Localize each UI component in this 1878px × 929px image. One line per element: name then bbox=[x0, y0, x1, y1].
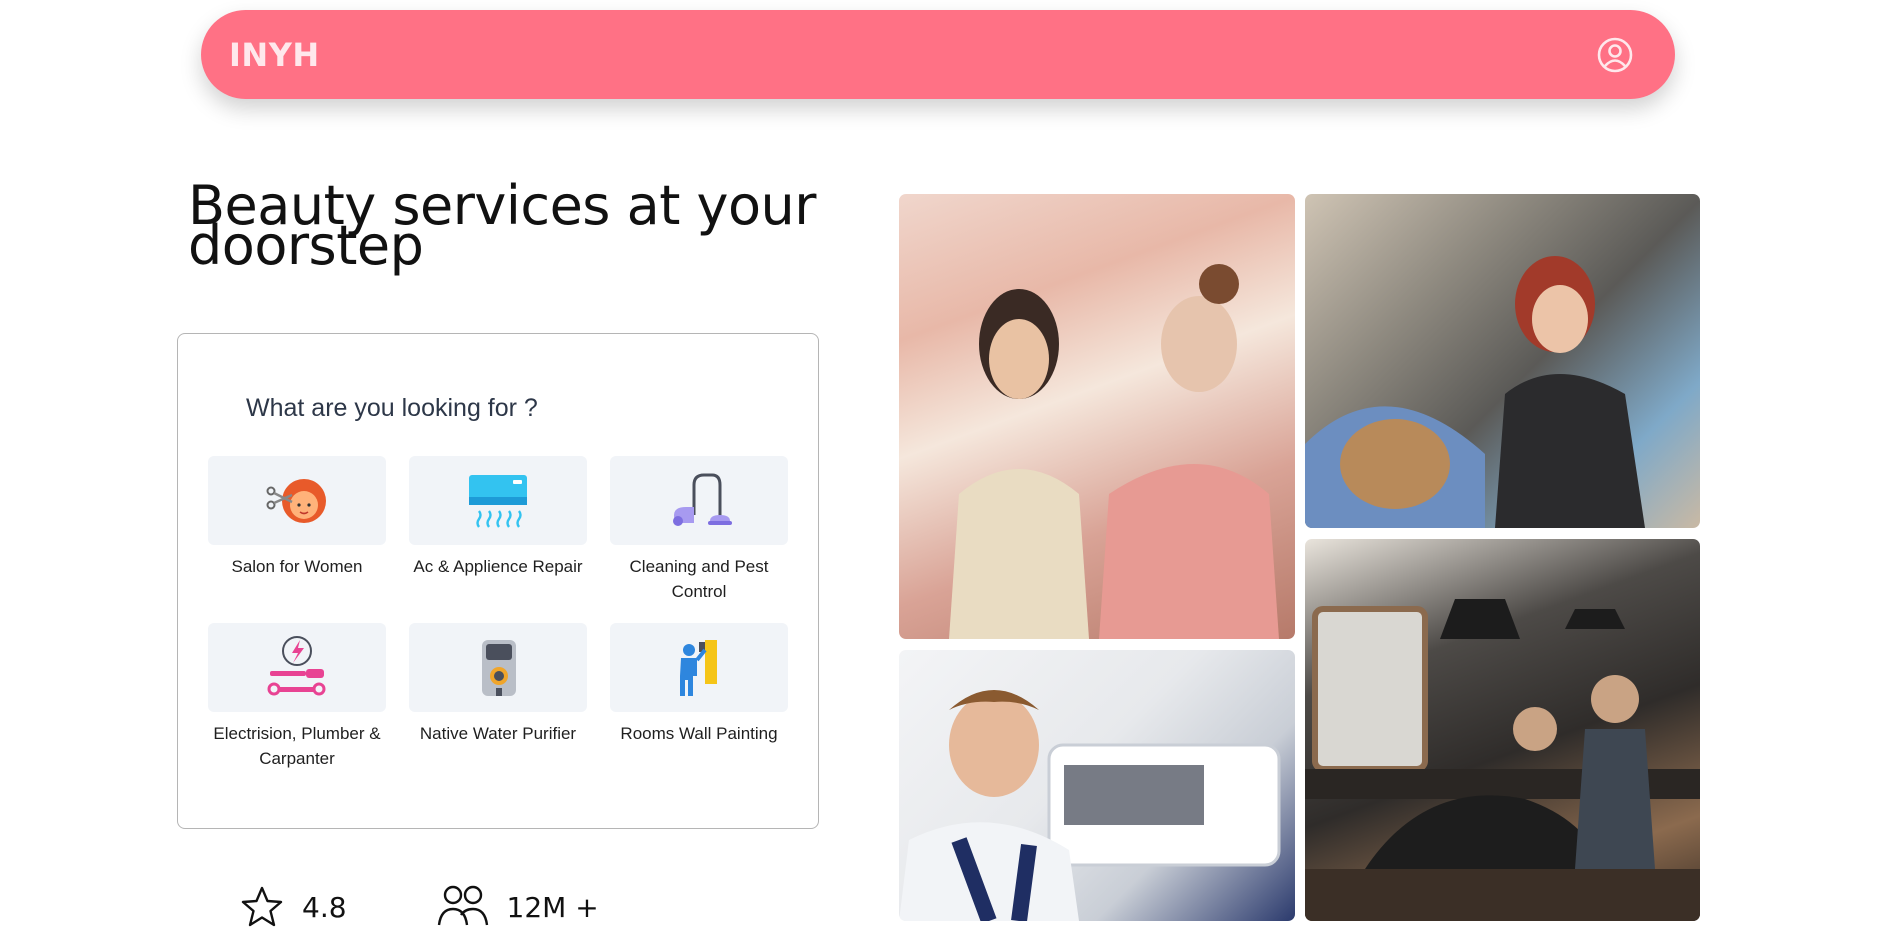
barbershop-photo bbox=[1305, 539, 1700, 921]
service-label: Ac & Applience Repair bbox=[413, 557, 583, 576]
water-purifier-icon bbox=[482, 639, 516, 696]
service-tile bbox=[409, 456, 587, 545]
photo-illustration bbox=[899, 690, 1281, 921]
vacuum-cleaner-icon bbox=[673, 473, 732, 526]
service-tile bbox=[409, 623, 587, 712]
service-electrician-plumber-carpenter[interactable]: Electrision, Plumber & Carpanter bbox=[208, 623, 386, 790]
painter-icon bbox=[680, 639, 717, 696]
service-label: Salon for Women bbox=[231, 557, 363, 576]
service-tile bbox=[208, 623, 386, 712]
tattoo-artist-photo bbox=[1305, 194, 1700, 528]
services-card-title: What are you looking for ? bbox=[246, 394, 538, 422]
service-label: Native Water Purifier bbox=[419, 724, 577, 743]
service-tile bbox=[610, 456, 788, 545]
hero-title: Beauty services at your doorstep bbox=[188, 174, 816, 277]
service-label: Electrision, Plumber & Carpanter bbox=[213, 724, 381, 768]
service-salon-for-women[interactable]: Salon for Women bbox=[208, 456, 386, 623]
user-circle-icon bbox=[1597, 37, 1633, 72]
service-wall-painting[interactable]: Rooms Wall Painting bbox=[610, 623, 788, 790]
brand-logo[interactable]: INYH bbox=[229, 36, 320, 74]
customers-stat: 12M + bbox=[437, 885, 599, 929]
service-label: Rooms Wall Painting bbox=[620, 724, 778, 743]
stats-row: 4.8 12M + bbox=[240, 885, 599, 929]
customers-value: 12M + bbox=[506, 890, 599, 924]
salon-woman-icon bbox=[266, 478, 326, 523]
service-tile bbox=[610, 623, 788, 712]
services-card: What are you looking for ? Salon for Wom… bbox=[177, 333, 819, 829]
users-icon bbox=[437, 885, 488, 926]
top-navbar: INYH bbox=[201, 10, 1675, 99]
tools-icon bbox=[267, 635, 326, 695]
photo-illustration bbox=[1305, 256, 1645, 528]
rating-stat: 4.8 bbox=[240, 885, 347, 929]
service-water-purifier[interactable]: Native Water Purifier bbox=[409, 623, 587, 790]
services-grid: Salon for Women Ac & Applience Repair Cl… bbox=[208, 456, 788, 790]
rating-value: 4.8 bbox=[302, 890, 347, 924]
photo-illustration bbox=[949, 264, 1279, 639]
makeup-artist-photo bbox=[899, 194, 1295, 639]
service-tile bbox=[208, 456, 386, 545]
service-cleaning-pest-control[interactable]: Cleaning and Pest Control bbox=[610, 456, 788, 623]
air-conditioner-icon bbox=[469, 474, 527, 528]
service-ac-repair[interactable]: Ac & Applience Repair bbox=[409, 456, 587, 623]
photo-illustration bbox=[1305, 599, 1700, 921]
profile-button[interactable] bbox=[1595, 35, 1635, 75]
star-icon bbox=[241, 886, 283, 927]
ac-technician-photo bbox=[899, 650, 1295, 921]
service-label: Cleaning and Pest Control bbox=[629, 557, 769, 601]
